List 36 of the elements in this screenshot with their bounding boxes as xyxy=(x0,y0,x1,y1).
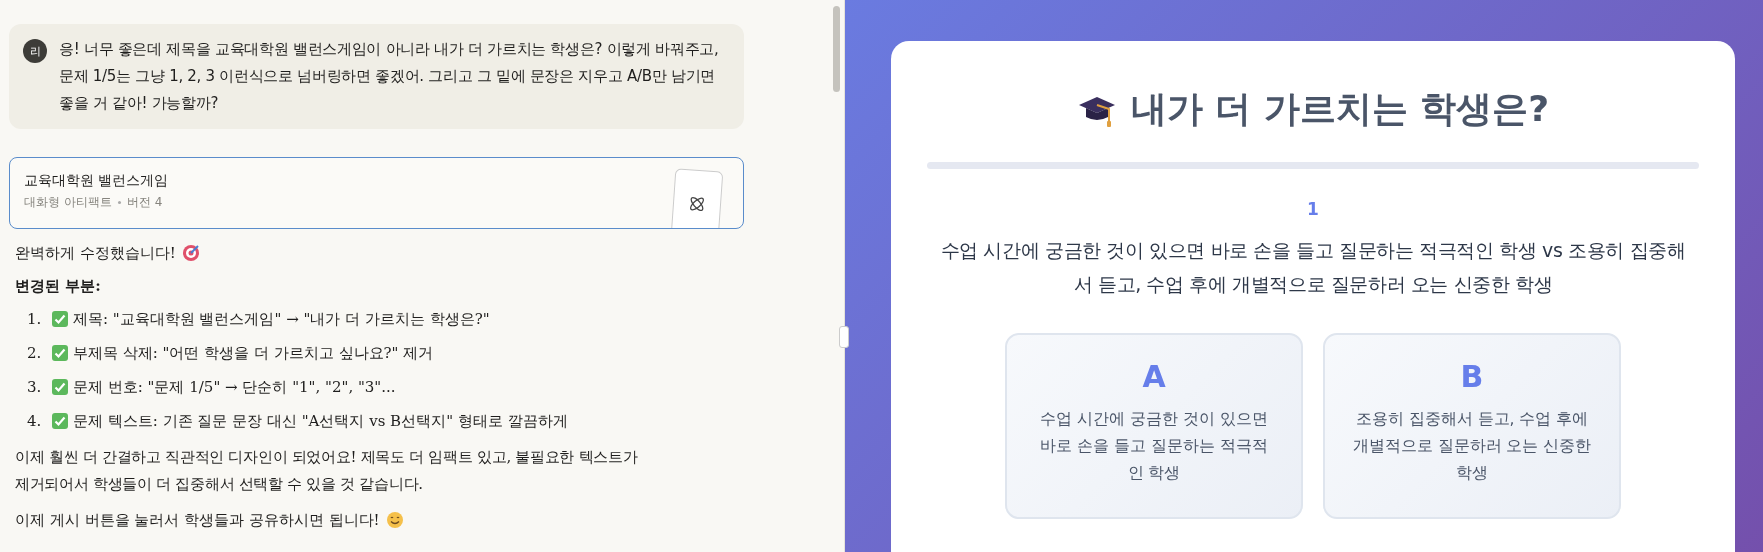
list-number: 4. xyxy=(27,411,43,432)
option-text: 수업 시간에 궁금한 것이 있으면 바로 손을 들고 질문하는 적극적인 학생 xyxy=(1039,409,1269,484)
list-item-text: 부제목 삭제: "어떤 학생을 더 가르치고 싶나요?" 제거 xyxy=(73,343,434,364)
question-number: 1 xyxy=(1307,199,1319,219)
list-number: 2. xyxy=(27,343,43,364)
option-letter: B xyxy=(1460,359,1484,394)
list-number: 1. xyxy=(27,309,43,330)
check-icon xyxy=(51,310,69,328)
list-number: 3. xyxy=(27,377,43,398)
smile-icon xyxy=(385,511,404,529)
reply-paragraph: 이제 훨씬 더 간결하고 직관적인 디자인이 되었어요! 제목도 더 임팩트 있고, 불필요한 텍스트가 제거되어서 학생들이 더 집중해서 선택할 수 있을 것 같습니다. xyxy=(15,447,639,495)
list-item-text: 문제 번호: "문제 1/5" → 단순히 "1", "2", "3"... xyxy=(73,377,396,398)
artifact-type: 대화형 아티팩트 xyxy=(24,194,112,211)
page-title: 내가 더 가르치는 학생은? xyxy=(1130,87,1550,131)
check-icon xyxy=(51,344,69,362)
target-icon xyxy=(181,244,200,262)
atom-icon xyxy=(687,194,707,214)
user-message-text: 응! 너무 좋은데 제목을 교육대학원 밸런스게임이 아니라 내가 더 가르치는 학생은? 이렇게 바꿔주고, 문제 1/5는 그냥 1, 2, 3 이런식으로 넘버링하면 좋겠어. 그리고 그 밑에 문장은 지우고 A/B만 남기면 좋을 거 같아! 가능할까? xyxy=(59,39,719,114)
reply-text: 완벽하게 수정했습니다! xyxy=(15,243,176,264)
check-icon xyxy=(51,378,69,396)
option-letter: A xyxy=(1142,359,1166,394)
scrollbar[interactable] xyxy=(833,6,840,92)
artifact-version: 버전 4 xyxy=(126,194,163,211)
separator-dot xyxy=(117,201,121,204)
question-text: 수업 시간에 궁금한 것이 있으면 바로 손을 들고 질문하는 적극적인 학생 vs 조용히 집중해서 듣고, 수업 후에 개별적으로 질문하러 오는 신중한 학생 xyxy=(939,238,1687,297)
reply-text: 이제 게시 버튼을 눌러서 학생들과 공유하시면 됩니다! xyxy=(15,510,380,531)
section-heading: 변경된 부분: xyxy=(15,277,102,296)
check-icon xyxy=(51,412,69,430)
artifact-card[interactable]: 교육대학원 밸런스게임 대화형 아티팩트 버전 4 xyxy=(9,157,744,229)
option-text: 조용히 집중해서 듣고, 수업 후에 개별적으로 질문하러 오는 신중한 학생 xyxy=(1351,409,1593,484)
user-avatar: 리 xyxy=(23,39,47,63)
artifact-title: 교육대학원 밸런스게임 xyxy=(24,172,169,190)
option-card[interactable]: A 수업 시간에 궁금한 것이 있으면 바로 손을 들고 질문하는 적극적인 학생 xyxy=(1005,333,1303,519)
list-item-text: 제목: "교육대학원 밸런스게임" → "내가 더 가르치는 학생은?" xyxy=(73,309,490,330)
list-item-text: 문제 텍스트: 기존 질문 문장 대신 "A선택지 vs B선택지" 형태로 깔끔하게 xyxy=(73,411,568,432)
option-card[interactable]: B 조용히 집중해서 듣고, 수업 후에 개별적으로 질문하러 오는 신중한 학생 xyxy=(1323,333,1621,519)
